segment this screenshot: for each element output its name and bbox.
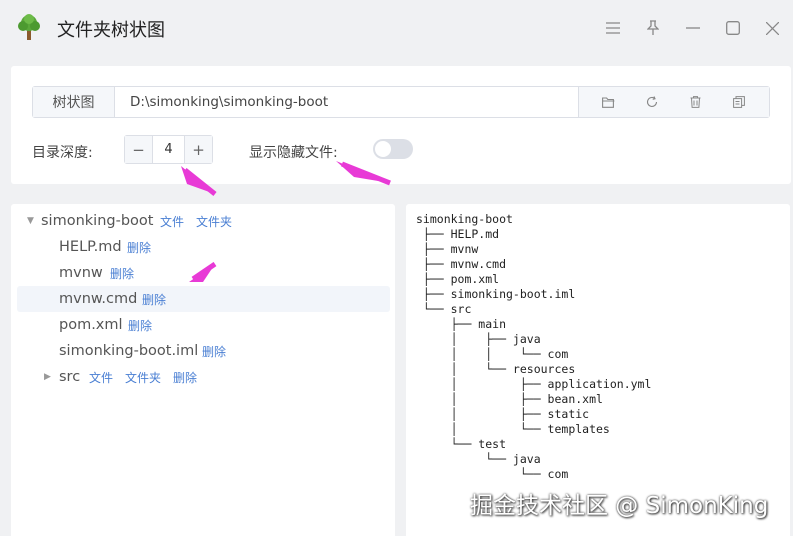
delete-link[interactable]: 删除 bbox=[202, 343, 226, 360]
tree-row[interactable]: mvnw.cmd 删除 bbox=[17, 286, 390, 312]
delete-link[interactable]: 删除 bbox=[127, 239, 151, 256]
title-bar: 文件夹树状图 bbox=[0, 0, 793, 56]
add-file-link[interactable]: 文件 bbox=[89, 369, 113, 386]
tree-node-name: mvnw.cmd bbox=[59, 291, 138, 307]
caret-down-icon[interactable]: ▼ bbox=[27, 216, 34, 226]
path-actions bbox=[578, 87, 769, 117]
tree-node-name: mvnw bbox=[59, 265, 103, 281]
options-panel: 树状图 D:\simonking\simonking-boot 目录深度: − … bbox=[11, 66, 791, 184]
menu-icon bbox=[606, 22, 620, 34]
path-input[interactable]: D:\simonking\simonking-boot bbox=[115, 87, 578, 117]
minimize-button[interactable] bbox=[679, 14, 707, 42]
folder-open-icon bbox=[602, 96, 615, 108]
delete-icon bbox=[690, 96, 701, 108]
pin-icon bbox=[647, 20, 659, 35]
tree-row[interactable]: simonking-boot.iml 删除 bbox=[17, 338, 390, 364]
tree-row[interactable]: ▶ src 文件 文件夹 删除 bbox=[17, 364, 390, 390]
tree-root-row[interactable]: ▼ simonking-boot 文件 文件夹 bbox=[17, 208, 390, 234]
add-file-link[interactable]: 文件 bbox=[160, 213, 184, 230]
delete-link[interactable]: 删除 bbox=[128, 317, 152, 334]
tree-row[interactable]: mvnw 删除 bbox=[17, 260, 390, 286]
hidden-files-label: 显示隐藏文件: bbox=[249, 145, 338, 161]
minimize-icon bbox=[686, 27, 700, 29]
maximize-icon bbox=[726, 21, 740, 35]
refresh-button[interactable] bbox=[639, 89, 665, 115]
caret-right-icon[interactable]: ▶ bbox=[44, 372, 51, 382]
close-icon bbox=[765, 21, 779, 35]
delete-link[interactable]: 删除 bbox=[142, 291, 166, 308]
copy-icon bbox=[733, 96, 746, 108]
depth-decrease-button[interactable]: − bbox=[125, 136, 153, 163]
tab-tree-view[interactable]: 树状图 bbox=[33, 87, 115, 117]
tree-row[interactable]: pom.xml 删除 bbox=[17, 312, 390, 338]
depth-input[interactable]: 4 bbox=[153, 136, 184, 163]
tree-panel: ▼ simonking-boot 文件 文件夹 HELP.md 删除 mvnw … bbox=[11, 204, 395, 536]
close-button[interactable] bbox=[758, 14, 786, 42]
hidden-files-toggle[interactable] bbox=[373, 139, 413, 159]
watermark: 掘金技术社区 @ SimonKing bbox=[470, 493, 769, 519]
depth-increase-button[interactable]: + bbox=[184, 136, 212, 163]
tree-node-name: HELP.md bbox=[59, 239, 122, 255]
delete-link[interactable]: 删除 bbox=[173, 369, 197, 386]
app-title: 文件夹树状图 bbox=[57, 20, 165, 41]
tree-node-name: simonking-boot bbox=[41, 213, 154, 229]
depth-label: 目录深度: bbox=[32, 145, 93, 161]
delete-link[interactable]: 删除 bbox=[110, 265, 134, 282]
tree-text-output[interactable]: simonking-boot ├── HELP.md ├── mvnw ├── … bbox=[416, 212, 651, 482]
add-folder-link[interactable]: 文件夹 bbox=[125, 369, 161, 386]
menu-button[interactable] bbox=[599, 14, 627, 42]
pin-button[interactable] bbox=[639, 14, 667, 42]
open-folder-button[interactable] bbox=[596, 89, 622, 115]
copy-button[interactable] bbox=[726, 89, 752, 115]
toggle-knob bbox=[375, 141, 391, 157]
path-bar: 树状图 D:\simonking\simonking-boot bbox=[32, 86, 770, 118]
refresh-icon bbox=[647, 96, 658, 108]
maximize-button[interactable] bbox=[719, 14, 747, 42]
tree-row[interactable]: HELP.md 删除 bbox=[17, 234, 390, 260]
tree-icon bbox=[18, 14, 40, 40]
tree-node-name: pom.xml bbox=[59, 317, 123, 333]
add-folder-link[interactable]: 文件夹 bbox=[196, 213, 232, 230]
tree-node-name: simonking-boot.iml bbox=[59, 343, 199, 359]
tree-node-name: src bbox=[59, 369, 81, 385]
delete-button[interactable] bbox=[683, 89, 709, 115]
depth-stepper: − 4 + bbox=[124, 135, 213, 164]
